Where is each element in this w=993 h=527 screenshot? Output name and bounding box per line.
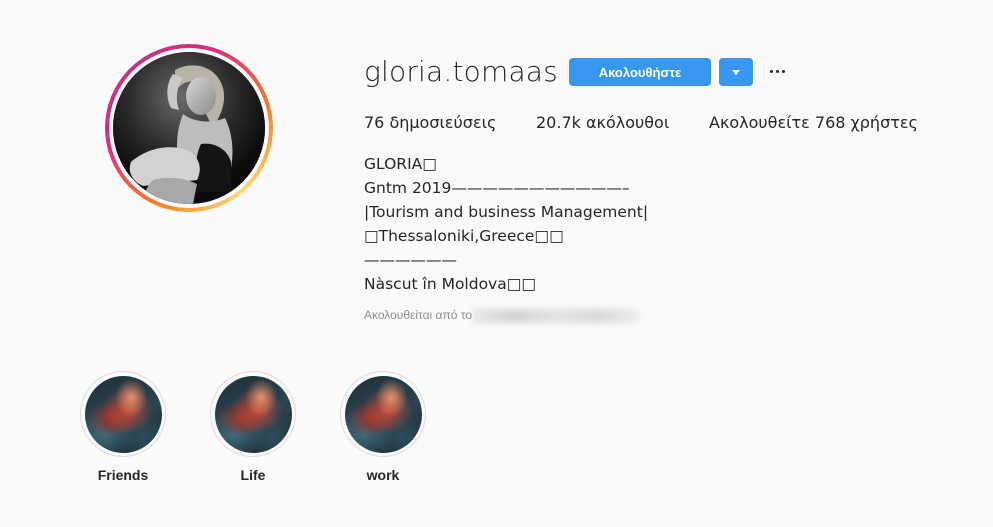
highlight-label: Friends <box>97 467 149 483</box>
caret-down-icon <box>732 69 740 75</box>
bio-line: □Thessaloniki,Greece□□ <box>364 227 564 245</box>
posts-count: 76 δημοσιεύσεις <box>364 113 497 132</box>
bio-line: Nàscut în Moldova□□ <box>364 275 537 293</box>
highlight-cover <box>214 375 292 453</box>
highlight-work[interactable]: work <box>338 371 428 483</box>
follow-button[interactable]: Ακολουθήστε <box>569 58 711 86</box>
avatar-gap <box>109 48 269 208</box>
avatar-photo <box>113 52 265 204</box>
avatar-photo-art <box>113 52 265 204</box>
highlight-ring <box>340 371 426 457</box>
followers-link[interactable]: 20.7k ακόλουθοι <box>536 113 669 132</box>
highlight-ring <box>80 371 166 457</box>
highlight-cover <box>84 375 162 453</box>
bio-line: Gntm 2019———————————– <box>364 179 630 197</box>
bio-line: GLORIA□ <box>364 155 437 173</box>
more-options-button[interactable] <box>766 60 788 82</box>
blurred-follower-names <box>471 308 642 323</box>
followed-by-label: Ακολουθείται από το <box>364 308 473 322</box>
highlight-ring <box>210 371 296 457</box>
highlight-friends[interactable]: Friends <box>78 371 168 483</box>
follow-options-button[interactable] <box>719 58 753 86</box>
profile-username: gloria.tomaas <box>364 55 558 88</box>
bio-line: —————— <box>364 251 457 269</box>
more-options-icon <box>769 69 773 73</box>
followed-by-text[interactable]: Ακολουθείται από το <box>364 308 642 323</box>
highlight-label: Life <box>240 467 266 483</box>
highlight-cover <box>344 375 422 453</box>
highlight-label: work <box>366 467 400 483</box>
more-options-icon-dot <box>781 69 785 73</box>
profile-avatar[interactable] <box>105 44 273 212</box>
more-options-icon-dot <box>775 69 779 73</box>
highlight-life[interactable]: Life <box>208 371 298 483</box>
profile-bio: GLORIA□ Gntm 2019———————————– |Tourism a… <box>364 152 648 296</box>
bio-line: |Tourism and business Management| <box>364 203 649 221</box>
following-link[interactable]: Ακολουθείτε 768 χρήστες <box>709 113 918 132</box>
